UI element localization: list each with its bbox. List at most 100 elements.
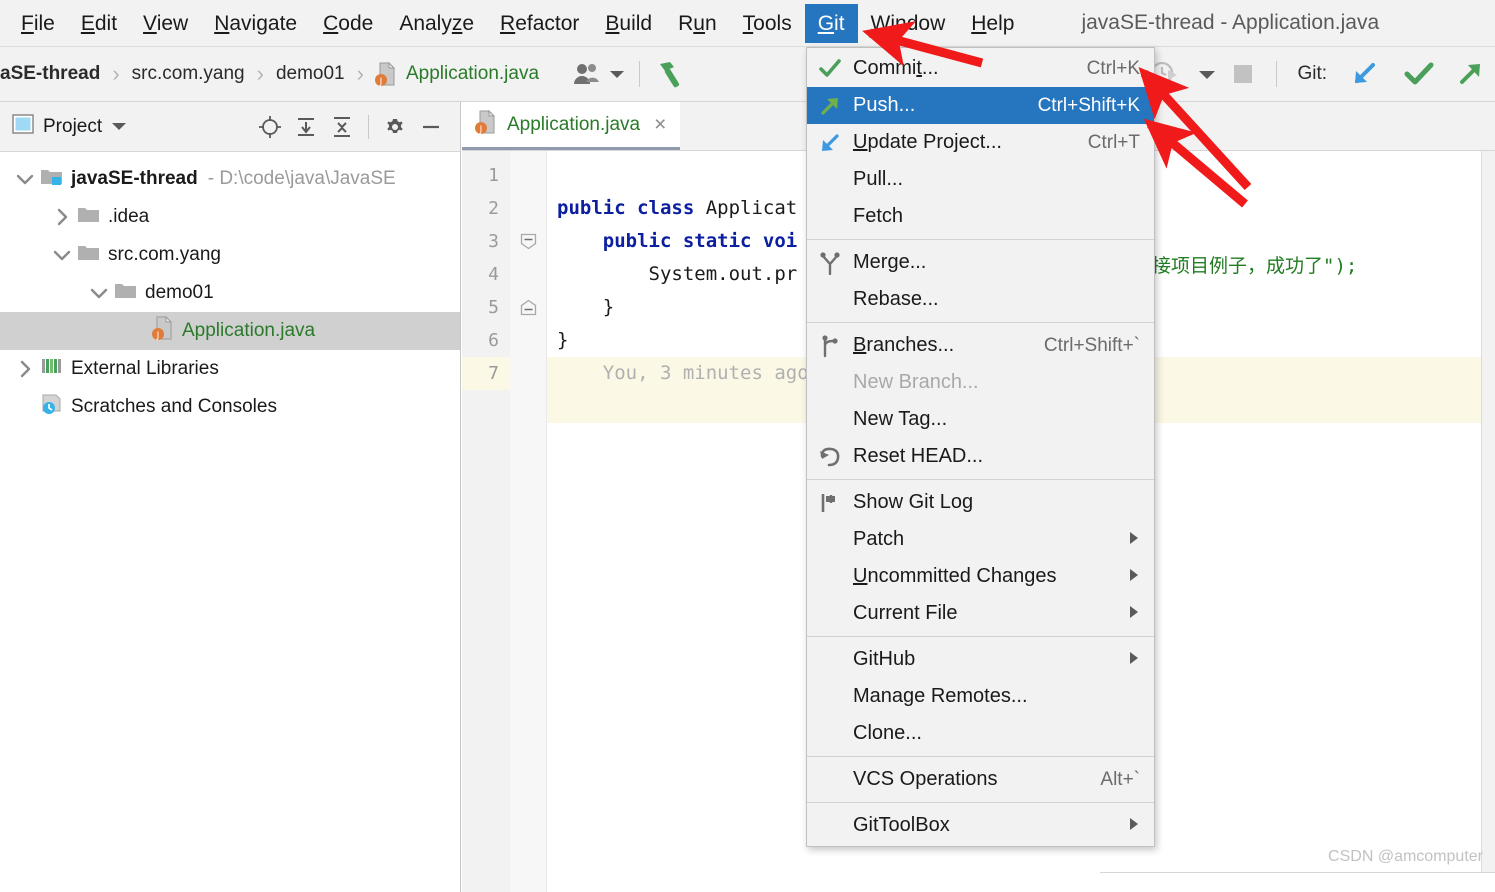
git-log-icon xyxy=(807,492,853,514)
git-menu-item-label: Pull... xyxy=(853,168,904,190)
merge-icon xyxy=(807,251,853,275)
git-menu-item-commit[interactable]: Commit... Ctrl+K xyxy=(807,50,1154,87)
git-menu-item-rebase[interactable]: Rebase... xyxy=(807,281,1154,318)
tree-node-path: - D:\code\java\JavaSE xyxy=(207,168,396,189)
git-menu-item-current-file[interactable]: Current File xyxy=(807,595,1154,632)
git-menu-item-clone[interactable]: Clone... xyxy=(807,715,1154,752)
code-token: System.out.pr xyxy=(557,263,798,285)
git-menu-item-label: Clone... xyxy=(853,722,922,744)
tree-twisty-right-icon[interactable] xyxy=(10,359,40,379)
tree-node[interactable]: .idea xyxy=(0,198,460,236)
git-menu-item-manage-remotes[interactable]: Manage Remotes... xyxy=(807,678,1154,715)
tree-node[interactable]: demo01 xyxy=(0,274,460,312)
tree-twisty-right-icon[interactable] xyxy=(47,207,77,227)
breadcrumb-item-project[interactable]: aSE-thread xyxy=(0,63,100,85)
menu-separator xyxy=(807,479,1154,480)
menu-edit[interactable]: Edit xyxy=(68,4,130,43)
code-token: } xyxy=(557,296,615,318)
tree-node[interactable]: Scratches and Consoles xyxy=(0,388,460,426)
chevron-down-icon[interactable] xyxy=(111,118,127,136)
tree-twisty-down-icon[interactable] xyxy=(10,169,40,189)
fold-gutter[interactable] xyxy=(510,151,547,892)
git-menu-item-vcs-operations[interactable]: VCS Operations Alt+` xyxy=(807,761,1154,798)
breadcrumb-item-subpackage[interactable]: demo01 xyxy=(276,63,345,85)
git-menu-item-label: Show Git Log xyxy=(853,491,974,513)
git-dropdown-menu[interactable]: Commit... Ctrl+K Push... Ctrl+Shift+K Update… xyxy=(806,47,1155,847)
menu-code[interactable]: Code xyxy=(310,4,386,43)
breadcrumb-item-file[interactable]: Application.java xyxy=(406,63,539,85)
menu-tools[interactable]: Tools xyxy=(730,4,805,43)
git-menu-item-gittoolbox[interactable]: GitToolBox xyxy=(807,807,1154,844)
code-token: You, 3 minutes ago xyxy=(557,362,809,384)
minimize-icon[interactable] xyxy=(414,110,448,144)
git-menu-item-label: VCS Operations xyxy=(853,768,998,790)
code-token: } xyxy=(557,329,569,351)
menu-window[interactable]: Window xyxy=(858,4,959,43)
tree-twisty-down-icon[interactable] xyxy=(84,283,114,303)
check-green-icon xyxy=(807,58,853,80)
tree-twisty-down-icon[interactable] xyxy=(47,245,77,265)
tree-node[interactable]: src.com.yang xyxy=(0,236,460,274)
tree-node-label: .idea xyxy=(108,206,150,227)
menu-navigate[interactable]: Navigate xyxy=(201,4,310,43)
git-menu-item-pull[interactable]: Pull... xyxy=(807,161,1154,198)
git-menu-item-patch[interactable]: Patch xyxy=(807,521,1154,558)
close-icon[interactable]: × xyxy=(654,113,666,137)
git-menu-item-github[interactable]: GitHub xyxy=(807,641,1154,678)
git-menu-item-update-project[interactable]: Update Project... Ctrl+T xyxy=(807,124,1154,161)
git-menu-item-merge[interactable]: Merge... xyxy=(807,244,1154,281)
build-hammer-icon[interactable] xyxy=(654,58,688,90)
gear-icon[interactable] xyxy=(378,110,412,144)
line-number: 4 xyxy=(488,264,499,285)
menu-analyze[interactable]: Analyze xyxy=(386,4,487,43)
git-update-icon[interactable] xyxy=(1349,59,1379,89)
menu-run[interactable]: Run xyxy=(665,4,730,43)
git-menu-item-shortcut: Ctrl+Shift+` xyxy=(1043,334,1140,356)
git-menu-item-label: Merge... xyxy=(853,251,927,273)
line-number: 7 xyxy=(462,357,510,390)
git-menu-item-label: Uncommitted Changes xyxy=(853,565,1057,587)
project-panel-header: Project xyxy=(0,102,460,152)
breadcrumb-item-package[interactable]: src.com.yang xyxy=(132,63,245,85)
git-menu-item-uncommitted-changes[interactable]: Uncommitted Changes xyxy=(807,558,1154,595)
editor-scrollbar[interactable] xyxy=(1481,151,1495,892)
fold-end-icon[interactable] xyxy=(510,291,546,324)
git-menu-item-push[interactable]: Push... Ctrl+Shift+K xyxy=(807,87,1154,124)
chevron-down-icon[interactable] xyxy=(609,69,625,79)
git-menu-item-shortcut: Ctrl+K xyxy=(1086,57,1140,79)
tree-node[interactable]: J Application.java xyxy=(0,312,460,350)
menu-view[interactable]: View xyxy=(130,4,201,43)
git-menu-item-label: Update Project... xyxy=(853,131,1002,153)
git-menu-item-new-tag[interactable]: New Tag... xyxy=(807,401,1154,438)
git-menu-item-fetch[interactable]: Fetch xyxy=(807,198,1154,235)
stop-icon[interactable] xyxy=(1230,61,1256,87)
git-commit-icon[interactable] xyxy=(1403,59,1435,89)
menu-separator xyxy=(807,756,1154,757)
git-menu-item-reset-head[interactable]: Reset HEAD... xyxy=(807,438,1154,475)
project-panel-title: Project xyxy=(43,115,103,137)
user-avatar-icon[interactable] xyxy=(573,62,603,86)
git-menu-item-shortcut: Ctrl+T xyxy=(1087,131,1140,153)
tree-node-label: src.com.yang xyxy=(108,244,221,265)
git-menu-item-branches[interactable]: Branches... Ctrl+Shift+` xyxy=(807,327,1154,364)
project-tool-window: Project javaSE-thread - D:\code\java\Jav… xyxy=(0,102,461,892)
git-menu-item-show-git-log[interactable]: Show Git Log xyxy=(807,484,1154,521)
editor-tab-application-java[interactable]: J Application.java × xyxy=(462,102,681,150)
menu-build[interactable]: Build xyxy=(592,4,665,43)
menu-git[interactable]: Git xyxy=(804,3,858,43)
expand-all-icon[interactable] xyxy=(289,110,323,144)
fold-collapse-icon[interactable] xyxy=(510,225,546,258)
menu-refactor[interactable]: Refactor xyxy=(487,4,592,43)
chevron-down-icon[interactable] xyxy=(1198,69,1216,80)
folder-icon xyxy=(114,280,138,306)
svg-text:J: J xyxy=(479,125,483,135)
tree-node[interactable]: javaSE-thread - D:\code\java\JavaSE xyxy=(0,160,460,198)
collapse-all-icon[interactable] xyxy=(325,110,359,144)
menu-help[interactable]: Help xyxy=(958,4,1027,43)
git-push-icon[interactable] xyxy=(1455,59,1485,89)
menu-file[interactable]: File xyxy=(8,4,68,43)
tree-node[interactable]: External Libraries xyxy=(0,350,460,388)
locate-icon[interactable] xyxy=(253,110,287,144)
